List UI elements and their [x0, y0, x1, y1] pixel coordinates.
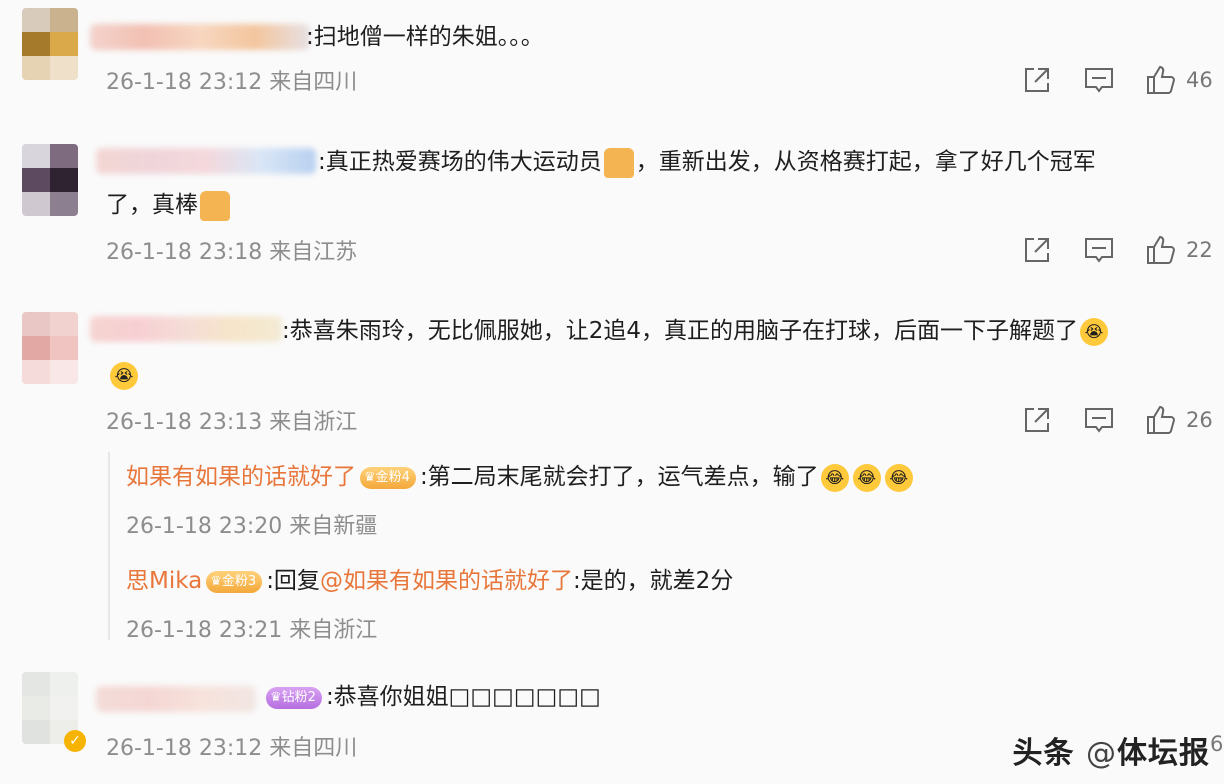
fan-badge-label: 金粉3 [221, 573, 257, 589]
fan-badge: ♛金粉3 [206, 570, 263, 593]
fan-badge: ♛金粉4 [360, 466, 416, 489]
comment-meta: 26-1-18 23:12 来自四川 [106, 736, 358, 761]
comment-text-body: :恭喜你姐姐□□□□□□□ [325, 684, 601, 710]
comment-meta: 26-1-18 23:13 来自浙江 [106, 410, 358, 435]
reply-prefix: :回复 [266, 568, 320, 594]
reply-username[interactable]: 思Mika [126, 568, 202, 594]
comment-actions: 46 [992, 60, 1214, 100]
share-icon[interactable] [1020, 233, 1054, 267]
username-blurred[interactable] [96, 148, 316, 174]
comment-actions: 26 [992, 400, 1214, 440]
watermark-account: 体坛报 [1117, 736, 1210, 771]
watermark-source: 头条 [1012, 736, 1075, 771]
comment-icon[interactable] [1082, 403, 1116, 437]
reply-2: 思Mika ♛金粉3:回复@如果有如果的话就好了:是的，就差2分 [126, 562, 733, 600]
share-icon[interactable] [1020, 63, 1054, 97]
fan-badge-label: 金粉4 [375, 469, 410, 485]
like-count: 6 [1210, 732, 1224, 756]
comment-icon[interactable] [1082, 63, 1116, 97]
laugh-cry-emoji: 😂 [852, 463, 881, 492]
mention-link[interactable]: @如果有如果的话就好了 [320, 568, 573, 594]
verified-icon: ✓ [64, 730, 86, 752]
comment-actions: 22 [992, 230, 1214, 270]
watermark-at: @ [1086, 736, 1117, 771]
cry-emoji: 😭 [110, 362, 138, 390]
reply-text: :是的，就差2分 [572, 568, 734, 594]
like-count: 26 [1186, 408, 1213, 432]
comment-text: ♛钻粉2:恭喜你姐姐□□□□□□□ [262, 678, 601, 716]
username-blurred[interactable] [96, 686, 256, 712]
comment-meta: 26-1-18 23:18 来自江苏 [106, 240, 358, 265]
comment-text: :恭喜朱雨玲，无比佩服她，让2追4，真正的用脑子在打球，后面一下子解题了 😭 [282, 312, 1110, 350]
like-icon[interactable] [1144, 233, 1178, 267]
reply-meta: 26-1-18 23:21 来自浙江 [126, 618, 378, 643]
reply-text: :第二局末尾就会打了，运气差点，输了 [419, 464, 819, 490]
username-blurred[interactable] [90, 24, 310, 50]
fan-badge: ♛钻粉2 [266, 686, 322, 709]
comment-text-part-c: 了，真棒 [106, 192, 198, 218]
cry-emoji: 😭 [1080, 317, 1109, 346]
reply-username[interactable]: 如果有如果的话就好了 [126, 464, 356, 490]
avatar[interactable] [22, 8, 78, 80]
crown-icon: ♛ [364, 469, 376, 485]
comment-text-body: :恭喜朱雨玲，无比佩服她，让2追4，真正的用脑子在打球，后面一下子解题了 [282, 318, 1079, 344]
fan-badge-label: 钻粉2 [281, 689, 316, 705]
laugh-cry-emoji: 😂 [884, 463, 913, 492]
thumbs-up-emoji [603, 147, 634, 178]
like-icon[interactable] [1144, 403, 1178, 437]
avatar[interactable] [22, 312, 78, 384]
thumbs-up-emoji [200, 190, 230, 221]
comment-text-part-a: :真正热爱赛场的伟大运动员 [318, 149, 602, 175]
avatar[interactable] [22, 144, 78, 216]
source-watermark: 头条 @体坛报 [1013, 728, 1210, 772]
like-count: 46 [1186, 68, 1213, 92]
reply-1: 如果有如果的话就好了 ♛金粉4:第二局末尾就会打了，运气差点，输了 😂 😂 😂 [126, 458, 915, 496]
share-icon[interactable] [1020, 403, 1054, 437]
comment-text-line2: 了，真棒 [106, 186, 232, 224]
comment-text-line1: :真正热爱赛场的伟大运动员 ，重新出发，从资格赛打起，拿了好几个冠军 [318, 143, 1096, 181]
comment-icon[interactable] [1082, 233, 1116, 267]
comment-meta: 26-1-18 23:12 来自四川 [106, 70, 358, 95]
like-icon[interactable] [1144, 63, 1178, 97]
laugh-cry-emoji: 😂 [820, 463, 849, 492]
like-count: 22 [1186, 238, 1213, 262]
comment-text-part-b: ，重新出发，从资格赛打起，拿了好几个冠军 [635, 149, 1096, 175]
reply-meta: 26-1-18 23:20 来自新疆 [126, 514, 378, 539]
reply-list: 如果有如果的话就好了 ♛金粉4:第二局末尾就会打了，运气差点，输了 😂 😂 😂 26-1… [108, 452, 1190, 643]
crown-icon: ♛ [210, 573, 222, 589]
comment-text: :扫地僧一样的朱姐。。。 [306, 24, 544, 50]
crown-icon: ♛ [270, 689, 282, 705]
username-blurred[interactable] [90, 316, 282, 342]
